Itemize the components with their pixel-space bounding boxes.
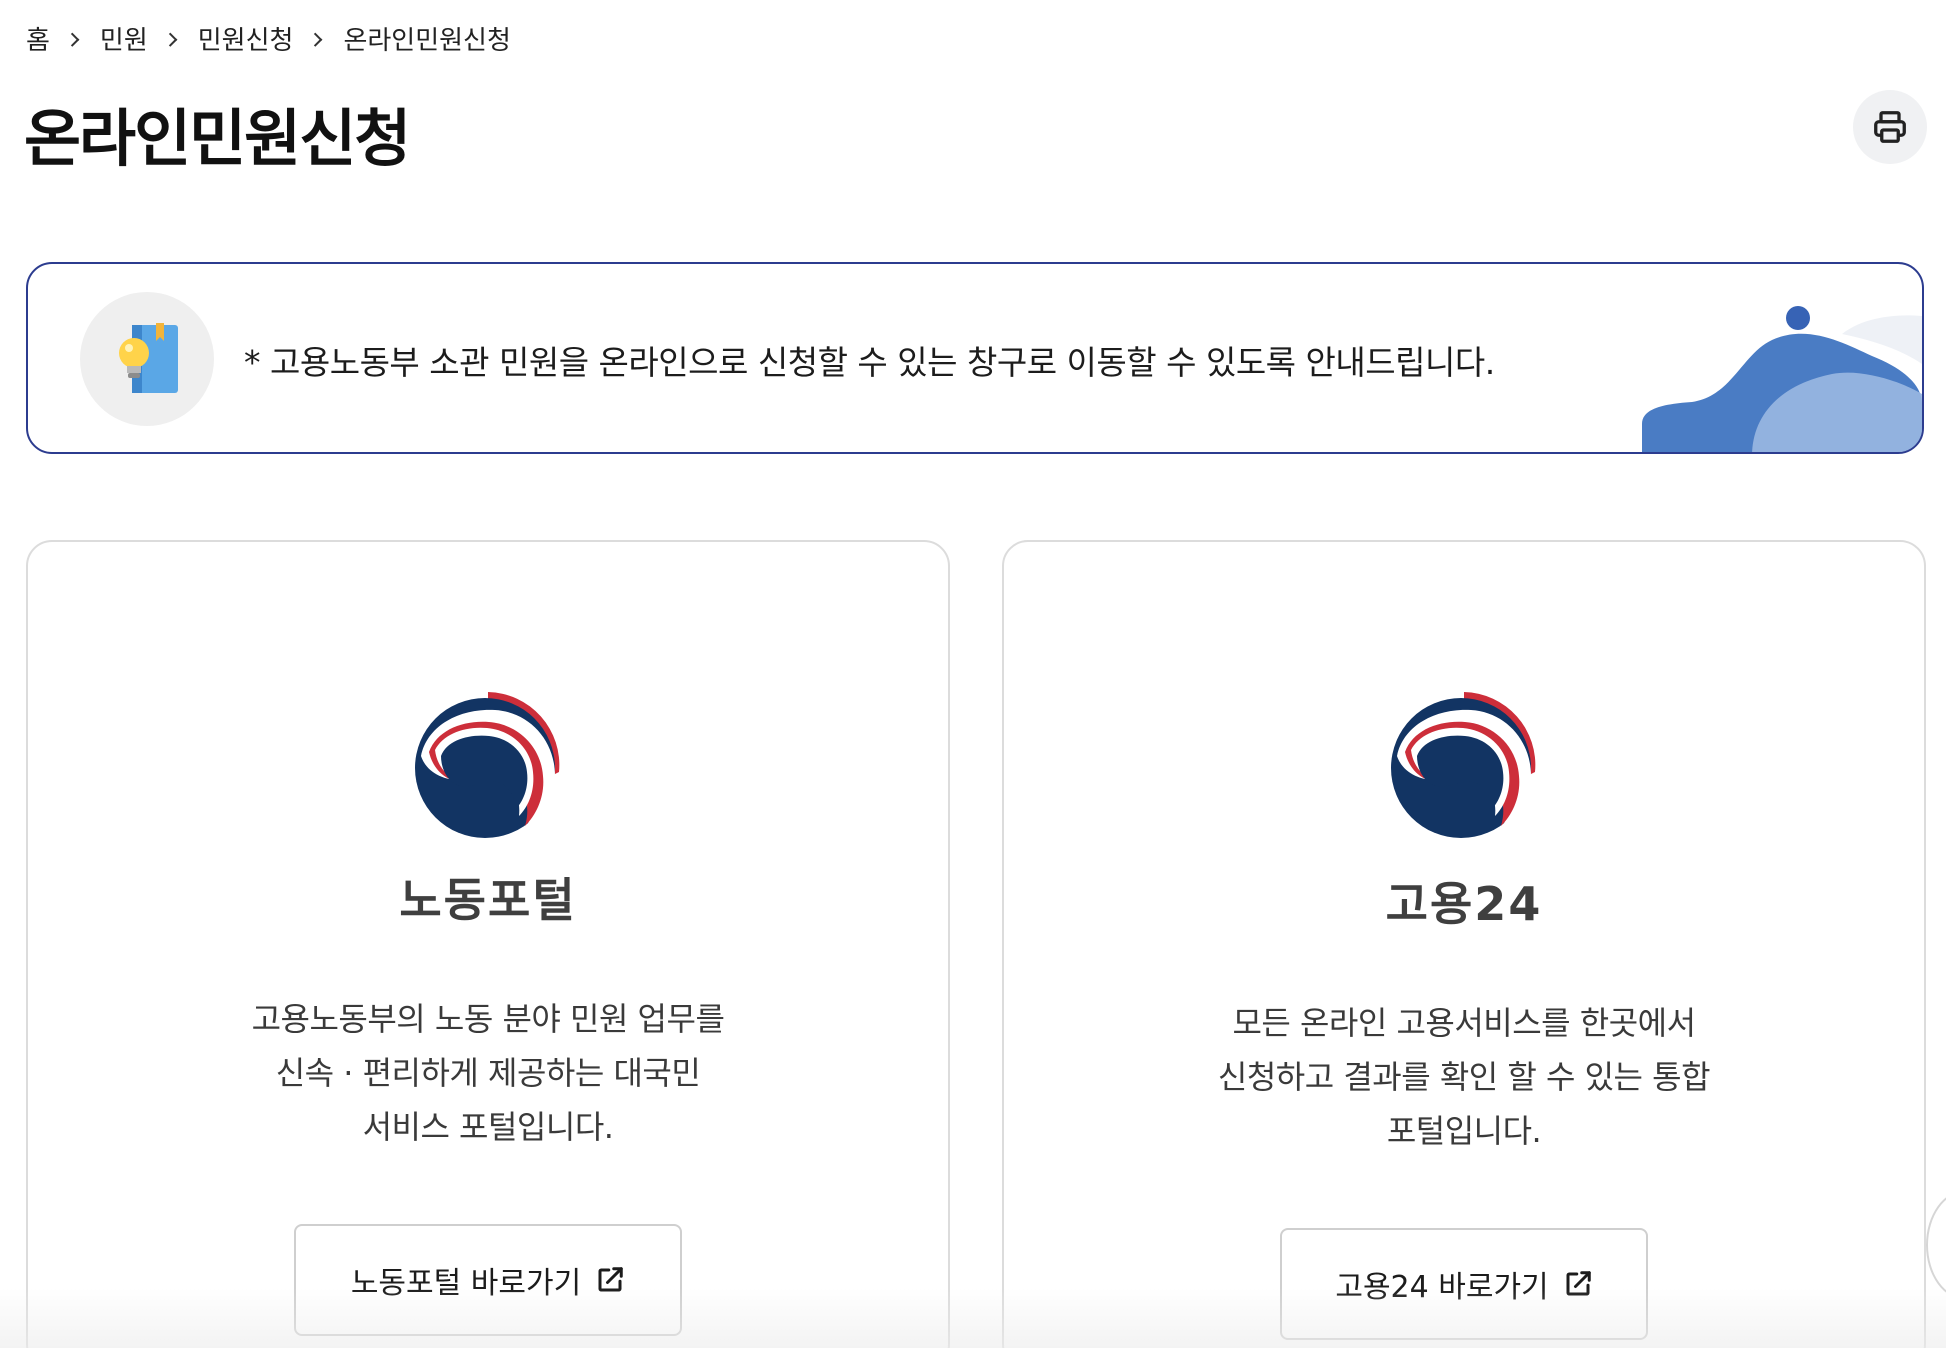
card-title: 노동포털	[399, 873, 577, 927]
external-link-icon	[598, 1267, 623, 1292]
card-description-line: 모든 온라인 고용서비스를 한곳에서	[1232, 1004, 1696, 1042]
floating-scroll-button[interactable]	[1926, 1190, 1946, 1300]
print-button[interactable]	[1853, 90, 1927, 164]
chevron-right-icon	[65, 32, 80, 47]
breadcrumb: 홈 민원 민원신청 온라인민원신청	[26, 20, 511, 57]
card-description-line: 고용노동부의 노동 분야 민원 업무를	[251, 1000, 725, 1038]
notice-icon-circle	[80, 292, 214, 426]
breadcrumb-civil-apply[interactable]: 민원신청	[198, 20, 294, 57]
wave-decoration	[1642, 306, 1922, 452]
page-title: 온라인민원신청	[24, 102, 411, 175]
card-description-line: 신속 · 편리하게 제공하는 대국민	[275, 1054, 701, 1092]
notice-banner: * 고용노동부 소관 민원을 온라인으로 신청할 수 있는 창구로 이동할 수 …	[26, 262, 1924, 454]
card-description-line: 포털입니다.	[1386, 1112, 1542, 1150]
breadcrumb-civil[interactable]: 민원	[100, 20, 148, 57]
work24-link-button[interactable]: 고용24 바로가기	[1280, 1228, 1648, 1340]
card-description-line: 신청하고 결과를 확인 할 수 있는 통합	[1217, 1058, 1711, 1096]
button-label: 노동포털 바로가기	[350, 1266, 582, 1301]
page: 홈 민원 민원신청 온라인민원신청 온라인민원신청 * 고용노동부 소관 민원을…	[0, 0, 1946, 1348]
taegeuk-government-logo	[415, 692, 560, 838]
notice-text: * 고용노동부 소관 민원을 온라인으로 신청할 수 있는 창구로 이동할 수 …	[244, 343, 1495, 382]
chevron-right-icon	[162, 32, 178, 47]
printer-icon	[1874, 111, 1906, 143]
taegeuk-government-logo	[1391, 692, 1536, 838]
card-labor-portal: 노동포털 고용노동부의 노동 분야 민원 업무를 신속 · 편리하게 제공하는 …	[26, 540, 950, 1348]
card-description: 고용노동부의 노동 분야 민원 업무를 신속 · 편리하게 제공하는 대국민 서…	[28, 992, 948, 1154]
card-work24: 고용24 모든 온라인 고용서비스를 한곳에서 신청하고 결과를 확인 할 수 …	[1002, 540, 1926, 1348]
labor-portal-link-button[interactable]: 노동포털 바로가기	[294, 1224, 682, 1336]
chevron-right-icon	[308, 32, 323, 47]
card-description: 모든 온라인 고용서비스를 한곳에서 신청하고 결과를 확인 할 수 있는 통합…	[1004, 996, 1924, 1158]
external-link-icon	[1566, 1271, 1591, 1296]
card-description-line: 서비스 포털입니다.	[362, 1108, 614, 1146]
breadcrumb-current[interactable]: 온라인민원신청	[343, 20, 510, 57]
card-title: 고용24	[1385, 877, 1543, 931]
button-label: 고용24 바로가기	[1335, 1270, 1549, 1305]
lightbulb-book-icon	[119, 323, 178, 393]
breadcrumb-home[interactable]: 홈	[26, 20, 50, 57]
